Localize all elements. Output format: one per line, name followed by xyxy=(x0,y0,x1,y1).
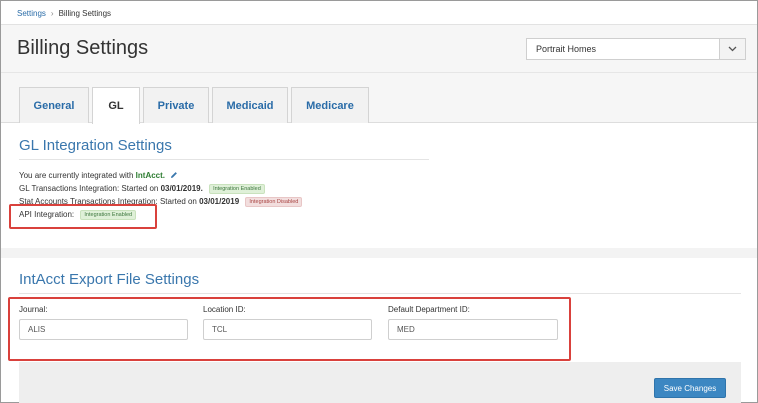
pencil-icon[interactable] xyxy=(170,171,178,181)
gl-transactions-status-badge: Integration Enabled xyxy=(209,184,265,194)
breadcrumb-separator: › xyxy=(50,9,54,18)
form-footer xyxy=(19,362,741,403)
export-section-divider xyxy=(19,293,741,294)
integration-provider-name: IntAcct. xyxy=(135,171,166,181)
export-fields-highlight xyxy=(8,297,571,361)
gl-transactions-line: GL Transactions Integration: Started on … xyxy=(19,184,265,194)
gl-section-title: GL Integration Settings xyxy=(19,137,172,154)
organization-select[interactable]: Portrait Homes xyxy=(526,38,746,60)
tab-private[interactable]: Private xyxy=(143,87,209,123)
page-title: Billing Settings xyxy=(17,37,149,59)
tab-general[interactable]: General xyxy=(19,87,89,123)
integration-status-line: You are currently integrated with IntAcc… xyxy=(19,171,178,181)
breadcrumb: Settings › Billing Settings xyxy=(1,1,757,25)
section-separator xyxy=(1,248,757,258)
export-section-title: IntAcct Export File Settings xyxy=(19,271,200,288)
tab-bar: General GL Private Medicaid Medicare xyxy=(1,73,757,124)
organization-select-value: Portrait Homes xyxy=(536,44,597,54)
breadcrumb-current: Billing Settings xyxy=(58,9,112,18)
stat-accounts-status-badge: Integration Disabled xyxy=(245,197,303,207)
api-integration-highlight xyxy=(9,204,157,229)
integration-status-prefix: You are currently integrated with xyxy=(19,171,136,181)
tab-medicare[interactable]: Medicare xyxy=(291,87,369,123)
gl-transactions-prefix: GL Transactions Integration: Started on xyxy=(19,184,161,194)
chevron-down-icon[interactable] xyxy=(719,39,745,59)
tab-medicaid[interactable]: Medicaid xyxy=(212,87,288,123)
gl-section-divider xyxy=(19,159,429,160)
save-changes-button[interactable]: Save Changes xyxy=(654,378,726,398)
page-header: Billing Settings Portrait Homes xyxy=(1,25,757,73)
tab-gl[interactable]: GL xyxy=(92,87,140,124)
stat-accounts-date: 03/01/2019 xyxy=(199,197,240,207)
breadcrumb-settings-link[interactable]: Settings xyxy=(17,9,46,18)
gl-transactions-date: 03/01/2019. xyxy=(160,184,203,194)
